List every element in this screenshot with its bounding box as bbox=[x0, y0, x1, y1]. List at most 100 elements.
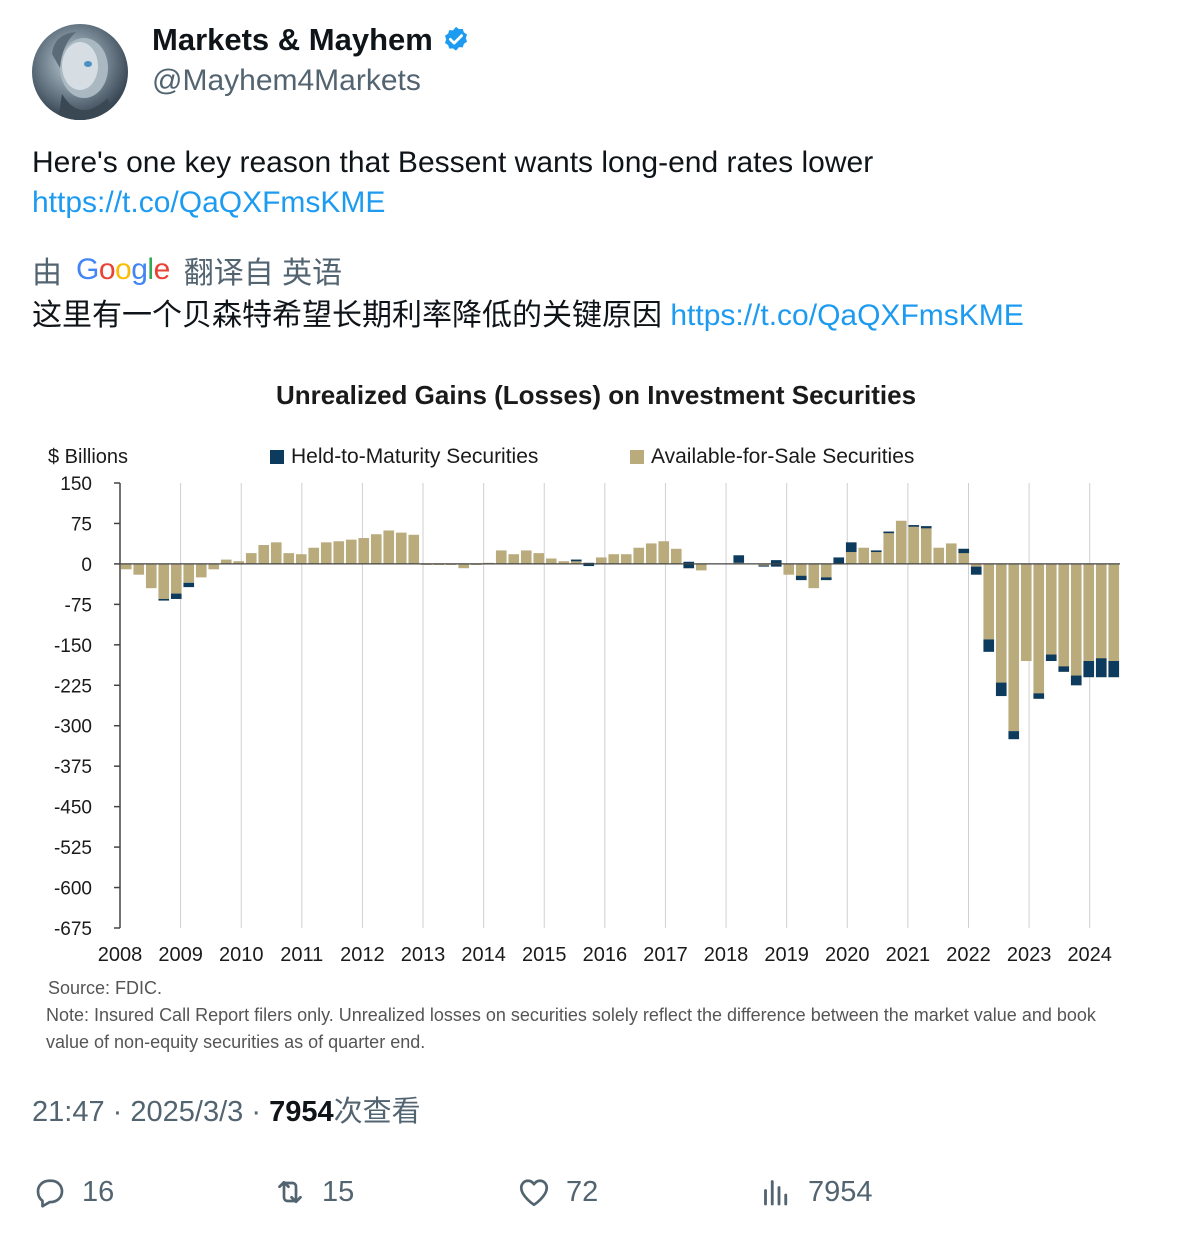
chart-x-axis: 2008 2009 2010 2011 2012 2013 2014 2015 2016 2017… bbox=[98, 563, 1120, 966]
bar-htm bbox=[845, 542, 857, 553]
handle[interactable]: @Mayhem4Markets bbox=[152, 64, 421, 98]
bar-afs bbox=[633, 547, 645, 564]
x-tick-label: 2022 bbox=[946, 944, 991, 966]
bar-afs bbox=[533, 553, 545, 564]
chart-image[interactable]: Unrealized Gains (Losses) on Investment … bbox=[30, 370, 1166, 1060]
translation-suffix[interactable]: 翻译自 英语 bbox=[184, 248, 342, 292]
bar-afs bbox=[308, 547, 320, 564]
x-tick-label: 2016 bbox=[583, 944, 628, 966]
x-tick-label: 2020 bbox=[825, 944, 870, 966]
bar-htm bbox=[995, 682, 1007, 697]
avatar[interactable] bbox=[32, 24, 128, 120]
x-tick-label: 2011 bbox=[280, 944, 323, 966]
bar-afs bbox=[1020, 563, 1032, 661]
view-count: 7954 bbox=[269, 1096, 334, 1128]
translated-link[interactable]: https://t.co/QaQXFmsKME bbox=[670, 299, 1023, 332]
robot-avatar-icon bbox=[52, 32, 112, 120]
bar-afs bbox=[908, 525, 920, 564]
bar-afs bbox=[858, 547, 870, 564]
action-bar: 16 15 72 7954 bbox=[32, 1174, 1162, 1218]
bar-afs bbox=[1045, 563, 1057, 661]
bar-afs bbox=[1058, 563, 1070, 672]
bar-afs bbox=[620, 554, 632, 564]
bar-htm bbox=[758, 565, 770, 567]
tweet-meta: 21:47 · 2025/3/3 · 7954次查看 bbox=[32, 1088, 421, 1130]
bar-afs bbox=[608, 554, 620, 564]
google-logo-letter: o bbox=[98, 253, 116, 286]
bar-afs bbox=[495, 550, 507, 564]
bar-afs bbox=[320, 542, 332, 564]
x-tick-label: 2008 bbox=[98, 944, 143, 966]
bar-afs bbox=[1008, 563, 1020, 732]
x-tick-label: 2012 bbox=[340, 944, 385, 966]
bar-afs bbox=[658, 541, 670, 564]
meta-separator-1: · bbox=[112, 1096, 123, 1128]
google-logo-letter: o bbox=[115, 253, 132, 286]
chart-bars bbox=[120, 520, 1120, 740]
bar-htm bbox=[1083, 661, 1095, 678]
google-logo-letter: g bbox=[131, 253, 148, 286]
legend-label-htm: Held-to-Maturity Securities bbox=[291, 445, 538, 468]
bar-afs bbox=[395, 532, 407, 564]
bar-afs bbox=[695, 563, 707, 571]
bar-htm bbox=[1058, 666, 1070, 672]
bar-afs bbox=[670, 548, 682, 564]
chart-y-axis: 150 75 0 -75 -150 -225 -300 -375 -450 -525 -600 -67… bbox=[54, 474, 121, 940]
y-tick-label: 75 bbox=[71, 514, 92, 535]
tweet-date[interactable]: 2025/3/3 bbox=[130, 1096, 243, 1128]
views-button[interactable]: 7954 bbox=[758, 1174, 873, 1210]
bar-htm bbox=[1095, 658, 1107, 678]
bar-afs bbox=[195, 563, 207, 578]
x-tick-label: 2024 bbox=[1067, 944, 1112, 966]
chart-ylabel: $ Billions bbox=[48, 446, 128, 468]
bar-afs bbox=[895, 520, 907, 564]
chart-source: Source: FDIC. bbox=[48, 978, 162, 998]
author-name-row: Markets & Mayhem bbox=[152, 22, 471, 58]
bar-afs bbox=[408, 534, 420, 564]
reply-icon bbox=[36, 1179, 64, 1208]
bar-afs bbox=[145, 563, 157, 589]
retweet-button[interactable]: 15 bbox=[272, 1174, 354, 1210]
bar-afs bbox=[370, 534, 382, 564]
meta-separator-2: · bbox=[251, 1096, 261, 1128]
views-count: 7954 bbox=[808, 1175, 873, 1208]
bar-afs bbox=[845, 552, 857, 564]
google-logo[interactable]: Google bbox=[76, 253, 170, 287]
tweet-body: Here's one key reason that Bessent wants… bbox=[32, 146, 874, 179]
view-label: 次查看 bbox=[333, 1096, 421, 1128]
x-tick-label: 2018 bbox=[704, 944, 749, 966]
bar-htm bbox=[183, 582, 195, 588]
y-tick-label: -300 bbox=[54, 717, 92, 738]
bar-afs bbox=[358, 538, 370, 564]
bar-afs bbox=[383, 530, 395, 564]
bar-afs bbox=[283, 553, 295, 564]
bar-htm bbox=[920, 526, 932, 529]
like-button[interactable]: 72 bbox=[516, 1174, 598, 1210]
reply-button[interactable]: 16 bbox=[32, 1174, 114, 1210]
bar-htm bbox=[1070, 675, 1082, 686]
like-icon bbox=[519, 1179, 549, 1207]
bar-htm bbox=[170, 593, 182, 599]
bar-afs bbox=[520, 550, 532, 564]
bar-afs bbox=[645, 543, 657, 564]
x-tick-label: 2015 bbox=[522, 944, 567, 966]
bar-htm bbox=[833, 557, 845, 564]
bar-htm bbox=[958, 548, 970, 554]
verified-badge-icon bbox=[444, 26, 467, 51]
tweet-time[interactable]: 21:47 bbox=[32, 1096, 105, 1128]
bar-afs bbox=[1108, 563, 1120, 678]
bar-htm bbox=[970, 566, 982, 575]
display-name[interactable]: Markets & Mayhem bbox=[152, 22, 433, 58]
bar-htm bbox=[795, 575, 807, 581]
bar-afs bbox=[183, 563, 195, 583]
x-tick-label: 2023 bbox=[1007, 944, 1052, 966]
bar-afs bbox=[458, 563, 470, 569]
bar-afs bbox=[133, 563, 145, 575]
tweet-link[interactable]: https://t.co/QaQXFmsKME bbox=[32, 183, 1162, 223]
bar-afs bbox=[245, 553, 257, 564]
bar-htm bbox=[908, 525, 920, 527]
bar-afs bbox=[933, 547, 945, 564]
bar-afs bbox=[295, 554, 307, 564]
y-tick-label: -450 bbox=[54, 798, 92, 819]
bar-htm bbox=[870, 550, 882, 553]
